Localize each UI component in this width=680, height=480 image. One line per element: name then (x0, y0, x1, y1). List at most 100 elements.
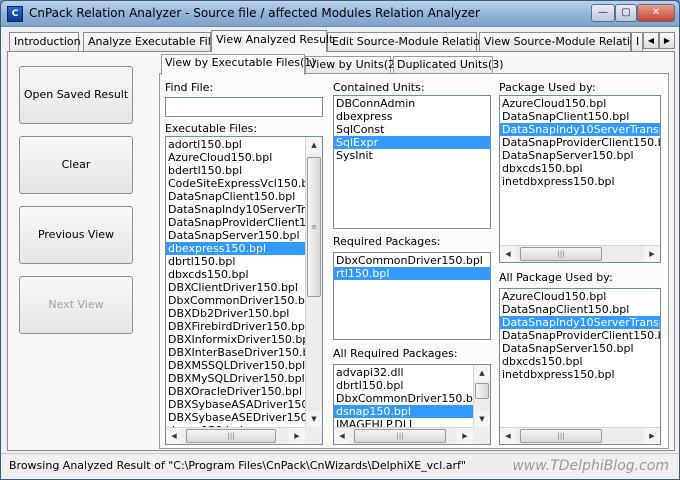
scroll-thumb[interactable]: ||| (520, 247, 602, 261)
scroll-thumb[interactable]: ||| (186, 429, 276, 443)
tab-overflow[interactable]: I (631, 32, 643, 51)
list-item[interactable]: AzureCloud150.bpl (500, 290, 660, 303)
list-item[interactable]: DataSnapServer150.bpl (500, 149, 660, 162)
list-item[interactable]: DBXSybaseASADriver150.bpl (166, 398, 322, 411)
scroll-left-icon[interactable]: ◀ (500, 428, 516, 444)
list-item[interactable]: DataSnapServer150.bpl (166, 229, 322, 242)
list-item[interactable]: adortl150.bpl (166, 138, 322, 151)
list-item[interactable]: SqlExpr (334, 136, 490, 149)
tab-scroll-right-icon[interactable]: ▶ (659, 32, 675, 49)
previous-view-button[interactable]: Previous View (19, 206, 133, 264)
scroll-thumb[interactable]: ≡ (307, 157, 321, 297)
status-text: Browsing Analyzed Result of "C:\Program … (9, 459, 466, 472)
tab-view-source-module-relations[interactable]: View Source-Module Relations (479, 32, 649, 51)
open-saved-result-button[interactable]: Open Saved Result (19, 66, 133, 124)
scroll-thumb[interactable] (475, 383, 489, 399)
tab-edit-source-module-relations[interactable]: Edit Source-Module Relations (327, 32, 493, 51)
list-item[interactable]: dbexpress (334, 110, 490, 123)
list-item[interactable]: DBXOracleDriver150.bpl (166, 385, 322, 398)
list-item[interactable]: DBXDb2Driver150.bpl (166, 307, 322, 320)
find-file-input[interactable] (165, 97, 323, 117)
list-item[interactable]: AzureCloud150.bpl (500, 97, 660, 110)
list-item[interactable]: dbrtl150.bpl (334, 379, 490, 392)
tab-view-analyzed-result[interactable]: View Analyzed Result (211, 30, 333, 52)
executable-files-list[interactable]: adortl150.bpl AzureCloud150.bpl bdertl150.… (165, 136, 323, 445)
scroll-right-icon[interactable]: ▶ (644, 246, 660, 262)
all-package-used-by-hscroll[interactable]: ◀ ||| ▶ (500, 427, 660, 444)
list-item[interactable]: DbxCommonDriver150.bpl (334, 392, 490, 405)
title-bar[interactable]: C CnPack Relation Analyzer - Source file… (1, 1, 679, 27)
list-item[interactable]: dsnap150.bpl (334, 405, 490, 418)
list-item[interactable]: rtl150.bpl (334, 267, 490, 280)
scroll-left-icon[interactable]: ◀ (166, 428, 182, 444)
scroll-down-icon[interactable]: ▼ (306, 411, 322, 427)
maximize-button[interactable]: ▢ (615, 4, 637, 22)
list-item[interactable]: inetdbxpress150.bpl (500, 368, 660, 381)
list-item[interactable]: DBXFirebirdDriver150.bpl (166, 320, 322, 333)
scroll-down-icon[interactable]: ▼ (474, 411, 490, 427)
list-item[interactable]: SysInit (334, 149, 490, 162)
list-item[interactable]: DataSnapProviderClient150.bpl (166, 216, 322, 229)
list-item[interactable]: inetdbxpress150.bpl (500, 175, 660, 188)
executable-files-hscroll[interactable]: ◀ ||| ▶ (166, 427, 305, 444)
executable-files-vscroll[interactable]: ▲ ≡ ▼ (305, 137, 322, 427)
list-item[interactable]: dbxcds150.bpl (166, 268, 322, 281)
main-tabs: Introduction Analyze Executable Files Vi… (7, 30, 675, 52)
package-used-by-hscroll[interactable]: ◀ ||| ▶ (500, 245, 660, 262)
subtab-duplicated-units[interactable]: Duplicated Units(3) (393, 56, 504, 74)
list-item[interactable]: advapi32.dll (334, 366, 490, 379)
list-item[interactable]: DBXClientDriver150.bpl (166, 281, 322, 294)
list-item[interactable]: DBConnAdmin (334, 97, 490, 110)
list-item[interactable]: dbexpress150.bpl (166, 242, 322, 255)
list-item[interactable]: DataSnapIndy10ServerTransport150.bpl (500, 316, 660, 329)
list-item[interactable]: bdertl150.bpl (166, 164, 322, 177)
list-item[interactable]: AzureCloud150.bpl (166, 151, 322, 164)
contained-units-list[interactable]: DBConnAdmin dbexpress SqlConst SqlExpr SysIn… (333, 95, 491, 229)
list-item[interactable]: DataSnapClient150.bpl (500, 110, 660, 123)
list-item[interactable]: DataSnapIndy10ServerTransport150.bpl (166, 203, 322, 216)
list-item[interactable]: DbxCommonDriver150.bpl (166, 294, 322, 307)
scroll-right-icon[interactable]: ▶ (289, 428, 305, 444)
package-used-by-list[interactable]: AzureCloud150.bpl DataSnapClient150.bpl Da… (499, 95, 661, 263)
list-item[interactable]: DBXMySQLDriver150.bpl (166, 372, 322, 385)
list-item[interactable]: DataSnapProviderClient150.bpl (500, 329, 660, 342)
tab-scroll-left-icon[interactable]: ◀ (643, 32, 659, 49)
scroll-left-icon[interactable]: ◀ (334, 428, 350, 444)
scroll-up-icon[interactable]: ▲ (306, 137, 322, 153)
clear-button[interactable]: Clear (19, 136, 133, 194)
list-item[interactable]: DBXInformixDriver150.bpl (166, 333, 322, 346)
list-item[interactable]: DataSnapClient150.bpl (166, 190, 322, 203)
required-packages-list[interactable]: DbxCommonDriver150.bpl rtl150.bpl (333, 252, 491, 340)
subtab-view-by-units[interactable]: View by Units(2) (305, 56, 399, 74)
scroll-left-icon[interactable]: ◀ (500, 246, 516, 262)
list-item[interactable]: dbrtl150.bpl (166, 255, 322, 268)
next-view-button[interactable]: Next View (19, 276, 133, 334)
list-item[interactable]: DbxCommonDriver150.bpl (334, 254, 490, 267)
list-item[interactable]: dbxcds150.bpl (500, 355, 660, 368)
all-package-used-by-label: All Package Used by: (499, 271, 613, 284)
close-button[interactable]: ✕ (637, 4, 675, 22)
all-required-packages-list[interactable]: advapi32.dll dbrtl150.bpl DbxCommonDriver1… (333, 364, 491, 445)
scroll-thumb[interactable]: ||| (354, 429, 446, 443)
all-required-packages-vscroll[interactable]: ▲ ▼ (473, 365, 490, 427)
list-item[interactable]: DataSnapProviderClient150.bpl (500, 136, 660, 149)
minimize-button[interactable]: — (591, 4, 615, 22)
scroll-right-icon[interactable]: ▶ (644, 428, 660, 444)
list-item[interactable]: DataSnapIndy10ServerTransport150.bpl (500, 123, 660, 136)
scroll-right-icon[interactable]: ▶ (457, 428, 473, 444)
all-required-packages-hscroll[interactable]: ◀ ||| ▶ (334, 427, 473, 444)
scroll-up-icon[interactable]: ▲ (474, 365, 490, 381)
list-item[interactable]: dbxcds150.bpl (500, 162, 660, 175)
list-item[interactable]: DBXInterBaseDriver150.bpl (166, 346, 322, 359)
list-item[interactable]: DataSnapClient150.bpl (500, 303, 660, 316)
all-package-used-by-list[interactable]: AzureCloud150.bpl DataSnapClient150.bpl Da… (499, 288, 661, 445)
list-item[interactable]: SqlConst (334, 123, 490, 136)
list-item[interactable]: CodeSiteExpressVcl150.bpl (166, 177, 322, 190)
tab-analyze-executable-files[interactable]: Analyze Executable Files (83, 32, 223, 51)
list-item[interactable]: DBXSybaseASEDriver150.bpl (166, 411, 322, 424)
subtab-view-by-executable-files[interactable]: View by Executable Files(1) (161, 54, 316, 75)
list-item[interactable]: DataSnapServer150.bpl (500, 342, 660, 355)
list-item[interactable]: DBXMSSQLDriver150.bpl (166, 359, 322, 372)
scroll-thumb[interactable]: ||| (520, 429, 602, 443)
tab-introduction[interactable]: Introduction (9, 32, 81, 51)
